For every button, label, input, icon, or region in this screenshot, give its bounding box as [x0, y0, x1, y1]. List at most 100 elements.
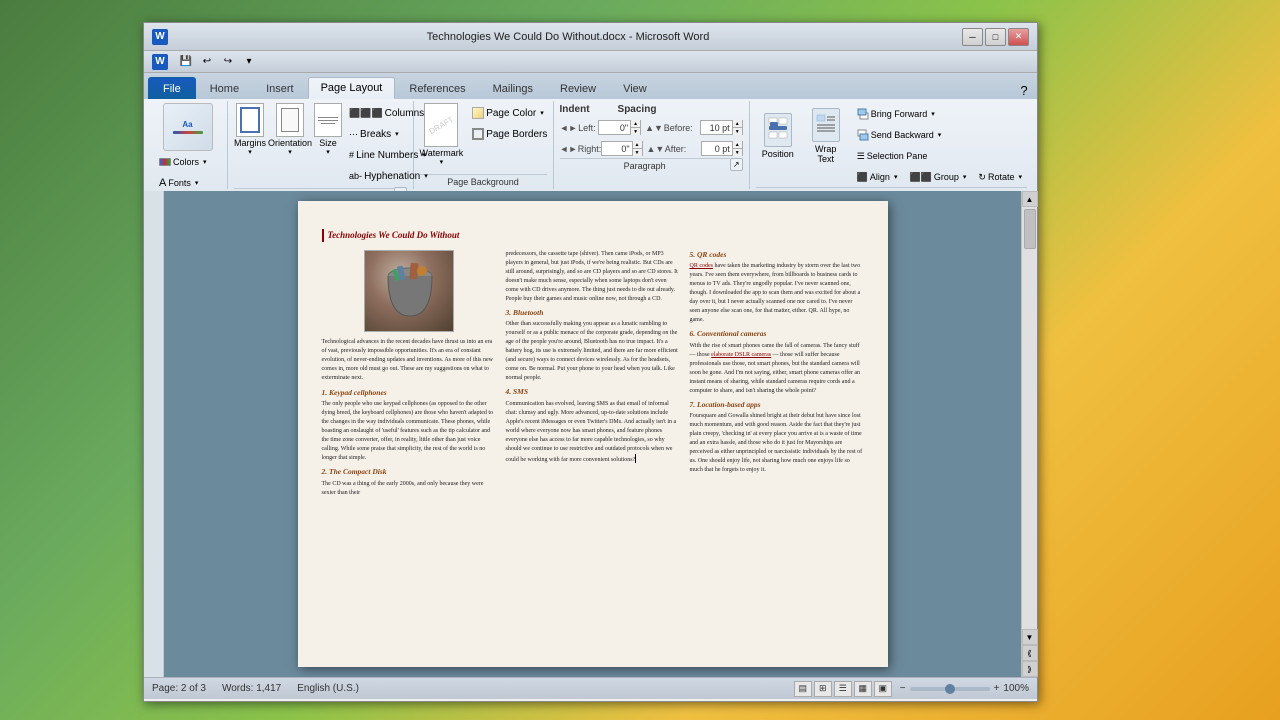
spacing-before-up[interactable]: ▲: [733, 120, 742, 128]
document-page[interactable]: Technologies We Could Do Without: [298, 201, 888, 667]
tab-mailings[interactable]: Mailings: [480, 77, 546, 99]
size-button[interactable]: Size ▾: [314, 103, 342, 156]
page-color-button[interactable]: Page Color▾: [467, 103, 552, 123]
zoom-area: − + 100%: [900, 683, 1029, 694]
align-button[interactable]: ⬛ Align▾: [852, 167, 903, 187]
right-column: 5. QR codes QR codes have taken the mark…: [690, 250, 864, 498]
next-page-button[interactable]: ⟫: [1022, 661, 1038, 677]
indent-left-dn[interactable]: ▼: [631, 128, 640, 135]
save-quick-button[interactable]: 💾: [177, 53, 195, 71]
breaks-button[interactable]: ⋯ Breaks▾: [344, 124, 437, 144]
mid-text-0: predecessors, the cassette tape (shiver)…: [506, 250, 680, 304]
zoom-percent: 100%: [1003, 683, 1029, 694]
tab-file[interactable]: File: [148, 77, 196, 99]
document-viewport[interactable]: Technologies We Could Do Without: [164, 191, 1021, 677]
line-numbers-button[interactable]: # Line Numbers▾: [344, 145, 437, 165]
indent-left-up[interactable]: ▲: [631, 120, 640, 128]
position-button[interactable]: Position: [756, 104, 800, 168]
spacing-before-dn[interactable]: ▼: [733, 128, 742, 135]
send-backward-label: Send Backward: [871, 130, 934, 140]
scrollbar-vertical[interactable]: ▲ ▼ ⟪ ⟫: [1021, 191, 1037, 677]
status-right: ▤ ⊞ ☰ ▦ ▣ − + 100%: [794, 681, 1029, 697]
send-backward-button[interactable]: Send Backward▾: [852, 125, 1027, 145]
zoom-out-button[interactable]: −: [900, 683, 906, 694]
selection-pane-label: Selection Pane: [867, 151, 928, 161]
language: English (U.S.): [297, 683, 359, 694]
outline-button[interactable]: ▦: [854, 681, 872, 697]
hyphenation-button[interactable]: ab- Hyphenation▾: [344, 166, 437, 186]
tab-review[interactable]: Review: [547, 77, 609, 99]
fonts-button[interactable]: A Fonts▾: [154, 173, 221, 193]
web-layout-button[interactable]: ☰: [834, 681, 852, 697]
mid-column: predecessors, the cassette tape (shiver)…: [506, 250, 680, 498]
colors-button[interactable]: Colors▾: [154, 152, 221, 172]
zoom-in-button[interactable]: +: [994, 683, 1000, 694]
section-bluetooth-title: 3. Bluetooth: [506, 308, 680, 319]
full-screen-button[interactable]: ⊞: [814, 681, 832, 697]
section-sms-title: 4. SMS: [506, 387, 680, 398]
text-cursor: [635, 454, 636, 463]
zoom-thumb[interactable]: [945, 684, 955, 694]
tab-references[interactable]: References: [396, 77, 478, 99]
scroll-down-button[interactable]: ▼: [1022, 629, 1038, 645]
view-buttons: ▤ ⊞ ☰ ▦ ▣: [794, 681, 892, 697]
tab-view[interactable]: View: [610, 77, 660, 99]
print-layout-button[interactable]: ▤: [794, 681, 812, 697]
spacing-after-up[interactable]: ▲: [733, 141, 742, 149]
wrap-text-button[interactable]: Wrap Text: [804, 104, 848, 168]
spacing-after-dn[interactable]: ▼: [733, 149, 742, 156]
word-icon: W: [152, 29, 168, 45]
quick-access-toolbar: W 💾 ↩ ↪ ▾: [144, 51, 1037, 73]
section-keypad-title: 1. Keypad cellphones: [322, 388, 496, 399]
spacing-before-value: 10 pt: [701, 123, 732, 133]
minimize-button[interactable]: ─: [962, 28, 983, 46]
word-window: W Technologies We Could Do Without.docx …: [143, 22, 1038, 702]
margins-button[interactable]: Margins ▾: [234, 103, 266, 156]
orientation-button[interactable]: Orientation ▾: [268, 103, 312, 156]
help-button[interactable]: ?: [1015, 81, 1033, 99]
indent-right-dn[interactable]: ▼: [633, 149, 642, 156]
window-title: Technologies We Could Do Without.docx - …: [174, 31, 962, 43]
word-count: Words: 1,417: [222, 683, 281, 694]
align-label: Align: [870, 172, 890, 182]
draft-button[interactable]: ▣: [874, 681, 892, 697]
status-bar: Page: 2 of 3 Words: 1,417 English (U.S.)…: [144, 677, 1037, 699]
paragraph-group: Indent Spacing ◄► Left: 0" ▲ ▼ ▲▼ Before…: [554, 101, 750, 189]
zoom-slider[interactable]: [910, 687, 990, 691]
title-bar: W Technologies We Could Do Without.docx …: [144, 23, 1037, 51]
section-sms-text: Communication has evolved, leaving SMS a…: [506, 400, 680, 465]
tab-page-layout[interactable]: Page Layout: [308, 77, 396, 99]
customize-quick-button[interactable]: ▾: [240, 53, 258, 71]
rotate-label: Rotate: [988, 172, 1015, 182]
redo-quick-button[interactable]: ↪: [219, 53, 237, 71]
indent-right-up[interactable]: ▲: [633, 141, 642, 149]
selection-pane-button[interactable]: ☰ Selection Pane: [852, 146, 1027, 166]
maximize-button[interactable]: □: [985, 28, 1006, 46]
tab-home[interactable]: Home: [197, 77, 252, 99]
scroll-thumb[interactable]: [1024, 209, 1036, 249]
document-columns: Technological advances in the recent dec…: [322, 250, 864, 498]
arrange-group: Position Wrap Text Bring Forward▾: [750, 101, 1033, 189]
section-qr-text: QR codes have taken the marketing indust…: [690, 262, 864, 325]
close-button[interactable]: ✕: [1008, 28, 1029, 46]
columns-button[interactable]: ⬛⬛⬛ Columns▾: [344, 103, 437, 123]
window-controls: ─ □ ✕: [962, 28, 1029, 46]
section-camera-text: With the rise of smart phones came the f…: [690, 342, 864, 396]
section-cd-title: 2. The Compact Disk: [322, 467, 496, 478]
group-button[interactable]: ⬛⬛ Group▾: [904, 167, 971, 187]
scroll-up-button[interactable]: ▲: [1022, 191, 1038, 207]
bring-forward-button[interactable]: Bring Forward▾: [852, 104, 1027, 124]
group-label: Group: [934, 172, 959, 182]
tab-insert[interactable]: Insert: [253, 77, 307, 99]
ribbon-tab-bar: File Home Insert Page Layout References …: [144, 73, 1037, 99]
undo-quick-button[interactable]: ↩: [198, 53, 216, 71]
section-bluetooth-text: Other than successfully making you appea…: [506, 320, 680, 383]
section-qr-title: 5. QR codes: [690, 250, 864, 261]
prev-page-button[interactable]: ⟪: [1022, 645, 1038, 661]
rotate-button[interactable]: ↻ Rotate▾: [973, 167, 1027, 187]
section-location-title: 7. Location-based apps: [690, 400, 864, 411]
paragraph-launcher[interactable]: ↗: [730, 158, 743, 171]
page-borders-button[interactable]: Page Borders: [467, 124, 552, 144]
spacing-after-value: 0 pt: [702, 144, 732, 154]
themes-large-button[interactable]: Aa: [163, 103, 213, 151]
